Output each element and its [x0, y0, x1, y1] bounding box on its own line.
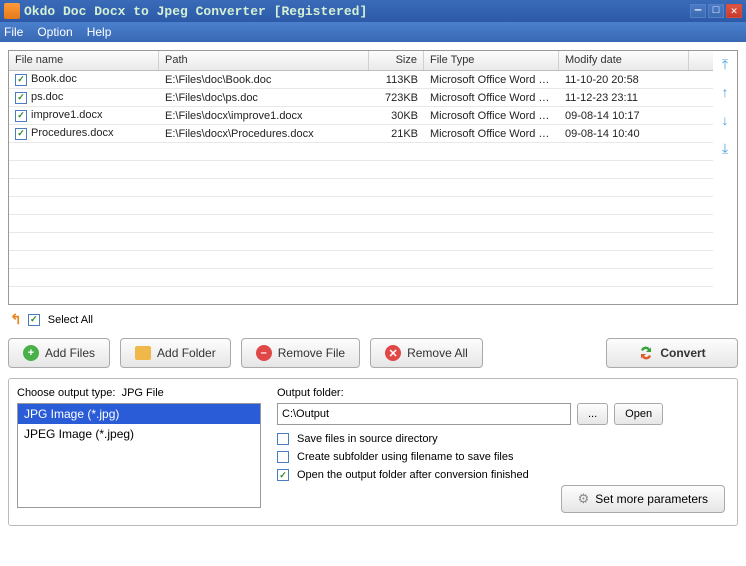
- move-top-icon[interactable]: ⤒: [716, 55, 734, 73]
- table-row[interactable]: Book.docE:\Files\doc\Book.doc113KBMicros…: [9, 71, 713, 89]
- table-row: [9, 269, 713, 287]
- header-size[interactable]: Size: [369, 51, 424, 70]
- minimize-button[interactable]: —: [690, 4, 706, 18]
- titlebar: Okdo Doc Docx to Jpeg Converter [Registe…: [0, 0, 746, 22]
- remove-file-button[interactable]: – Remove File: [241, 338, 360, 368]
- convert-button[interactable]: Convert: [606, 338, 738, 368]
- plus-icon: +: [23, 345, 39, 361]
- header-path[interactable]: Path: [159, 51, 369, 70]
- table-row: [9, 215, 713, 233]
- table-row: [9, 251, 713, 269]
- checkbox-icon: [277, 433, 289, 445]
- menubar: File Option Help: [0, 22, 746, 42]
- table-row[interactable]: ps.docE:\Files\doc\ps.doc723KBMicrosoft …: [9, 89, 713, 107]
- move-down-icon[interactable]: ↓: [716, 111, 734, 129]
- table-row: [9, 143, 713, 161]
- create-subfolder-checkbox[interactable]: Create subfolder using filename to save …: [277, 451, 729, 463]
- move-bottom-icon[interactable]: ⤓: [716, 139, 734, 157]
- close-button[interactable]: ✕: [726, 4, 742, 18]
- app-icon: [4, 3, 20, 19]
- checkbox-icon: [277, 451, 289, 463]
- add-files-button[interactable]: + Add Files: [8, 338, 110, 368]
- add-folder-button[interactable]: Add Folder: [120, 338, 231, 368]
- convert-icon: [638, 345, 654, 361]
- move-up-icon[interactable]: ↑: [716, 83, 734, 101]
- table-row: [9, 197, 713, 215]
- row-checkbox[interactable]: [15, 128, 27, 140]
- reorder-controls: ⤒ ↑ ↓ ⤓: [713, 51, 737, 304]
- select-all-label: Select All: [48, 314, 93, 326]
- browse-button[interactable]: ...: [577, 403, 608, 425]
- row-checkbox[interactable]: [15, 92, 27, 104]
- checkbox-icon: [277, 469, 289, 481]
- output-folder-label: Output folder:: [277, 387, 729, 399]
- table-header: File name Path Size File Type Modify dat…: [9, 51, 713, 71]
- open-button[interactable]: Open: [614, 403, 663, 425]
- checkbox-icon: [28, 314, 40, 326]
- save-source-checkbox[interactable]: Save files in source directory: [277, 433, 729, 445]
- header-modifydate[interactable]: Modify date: [559, 51, 689, 70]
- menu-file[interactable]: File: [4, 25, 23, 39]
- row-checkbox[interactable]: [15, 74, 27, 86]
- table-row: [9, 179, 713, 197]
- menu-help[interactable]: Help: [87, 25, 112, 39]
- window-title: Okdo Doc Docx to Jpeg Converter [Registe…: [24, 4, 367, 19]
- listbox-item[interactable]: JPEG Image (*.jpeg): [18, 424, 260, 444]
- folder-icon: [135, 346, 151, 360]
- table-row[interactable]: improve1.docxE:\Files\docx\improve1.docx…: [9, 107, 713, 125]
- output-type-label: Choose output type: JPG File: [17, 387, 261, 399]
- menu-option[interactable]: Option: [37, 25, 72, 39]
- row-checkbox[interactable]: [15, 110, 27, 122]
- output-type-listbox[interactable]: JPG Image (*.jpg)JPEG Image (*.jpeg): [17, 403, 261, 508]
- table-row[interactable]: Procedures.docxE:\Files\docx\Procedures.…: [9, 125, 713, 143]
- remove-all-button[interactable]: ✕ Remove All: [370, 338, 483, 368]
- output-panel: Choose output type: JPG File JPG Image (…: [8, 378, 738, 526]
- x-icon: ✕: [385, 345, 401, 361]
- minus-icon: –: [256, 345, 272, 361]
- open-after-checkbox[interactable]: Open the output folder after conversion …: [277, 469, 729, 481]
- listbox-item[interactable]: JPG Image (*.jpg): [18, 404, 260, 424]
- up-level-icon[interactable]: ↰: [10, 311, 22, 328]
- file-table: File name Path Size File Type Modify dat…: [8, 50, 738, 305]
- header-filename[interactable]: File name: [9, 51, 159, 70]
- gear-icon: ⚙: [578, 491, 590, 507]
- output-folder-input[interactable]: [277, 403, 571, 425]
- select-all-checkbox[interactable]: Select All: [28, 314, 93, 326]
- table-row: [9, 233, 713, 251]
- header-filetype[interactable]: File Type: [424, 51, 559, 70]
- table-row: [9, 287, 713, 304]
- table-row: [9, 161, 713, 179]
- maximize-button[interactable]: □: [708, 4, 724, 18]
- set-more-parameters-button[interactable]: ⚙ Set more parameters: [561, 485, 725, 513]
